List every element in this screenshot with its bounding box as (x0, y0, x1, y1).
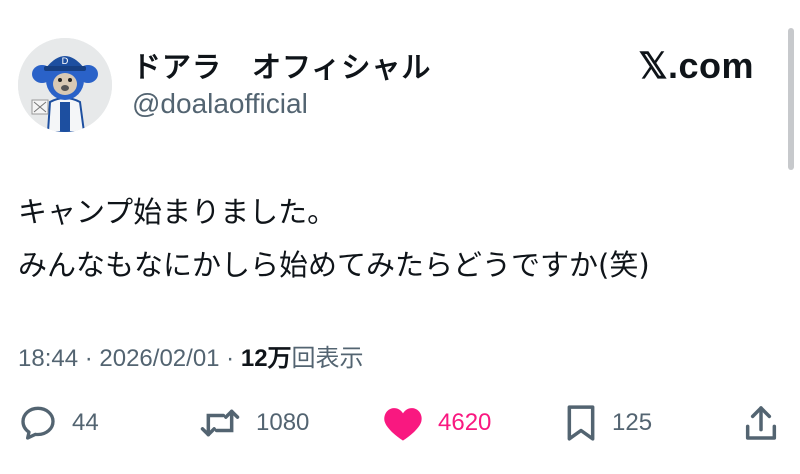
tweet-card: D ドアラ オフィシャル @doalaofficial 𝕏.com キャンプ始ま… (0, 0, 800, 474)
scrollbar[interactable] (788, 28, 794, 170)
like-count: 4620 (438, 409, 492, 436)
tweet-time[interactable]: 18:44 (18, 345, 78, 372)
doala-mascot-avatar-icon: D (18, 38, 112, 132)
x-com-logo[interactable]: 𝕏.com (638, 45, 754, 87)
views-count: 12万 (240, 345, 292, 372)
svg-text:D: D (62, 57, 69, 67)
tweet-line: キャンプ始まりました。 (18, 195, 337, 229)
tweet-line: みんなもなにかしら始めてみたらどうですか(笑) (18, 248, 650, 282)
bookmark-count: 125 (612, 409, 653, 436)
meta-separator: · (219, 345, 241, 372)
retweet-button[interactable]: 1080 (198, 398, 309, 448)
reply-icon (18, 403, 58, 443)
share-button[interactable] (742, 398, 780, 448)
tweet-date[interactable]: 2026/02/01 (99, 345, 219, 372)
meta-separator: · (78, 345, 100, 372)
share-icon (742, 403, 780, 443)
reply-count: 44 (72, 409, 99, 436)
bookmark-button[interactable]: 125 (564, 398, 652, 448)
heart-icon (382, 403, 424, 443)
tweet-text: キャンプ始まりました。 みんなもなにかしら始めてみたらどうですか(笑) (18, 186, 778, 292)
action-bar: 44 1080 4620 125 (0, 398, 800, 448)
user-handle[interactable]: @doalaofficial (132, 88, 308, 120)
retweet-icon (198, 403, 242, 443)
display-name[interactable]: ドアラ オフィシャル (132, 44, 431, 86)
tweet-meta: 18:44 · 2026/02/01 · 12万回表示 (18, 338, 364, 373)
reply-button[interactable]: 44 (18, 398, 99, 448)
views-label: 回表示 (291, 345, 364, 372)
like-button[interactable]: 4620 (382, 398, 491, 448)
bookmark-icon (564, 403, 598, 443)
avatar[interactable]: D (18, 38, 112, 132)
retweet-count: 1080 (256, 409, 310, 436)
